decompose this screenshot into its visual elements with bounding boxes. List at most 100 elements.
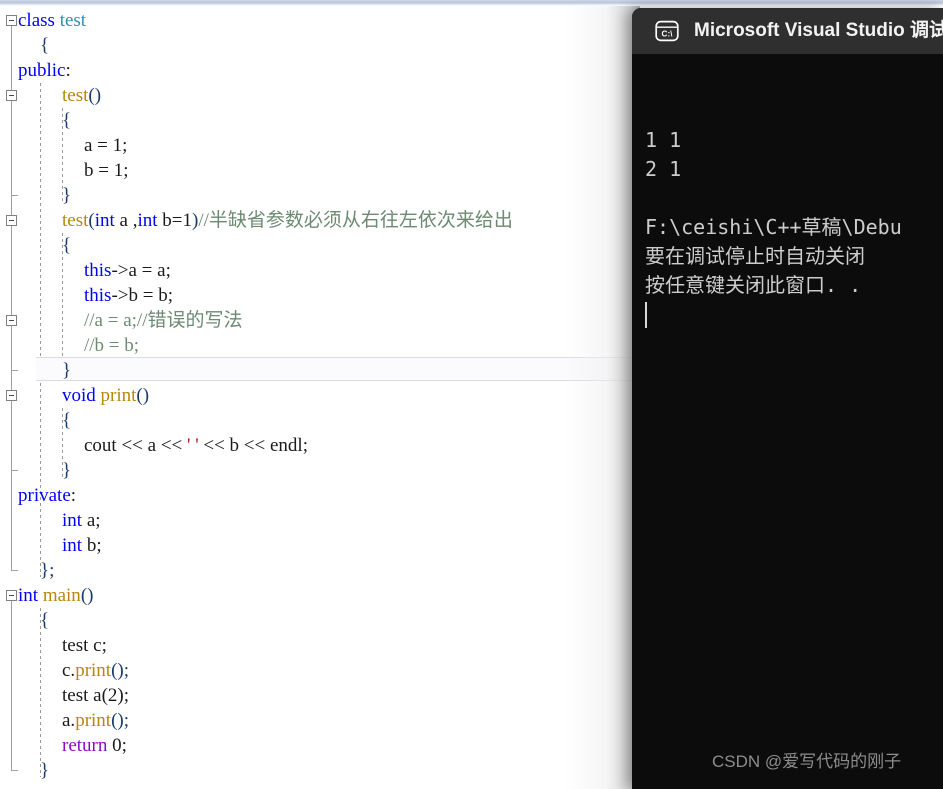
code-token-kw: int xyxy=(137,210,158,231)
code-line-text: int b; xyxy=(62,533,102,558)
code-line[interactable]: cout << a << ' ' << b << endl; xyxy=(0,433,640,458)
code-line[interactable]: a.print(); xyxy=(0,708,640,733)
code-token-pun: () xyxy=(136,385,150,406)
console-line: 要在调试停止时自动关闭 xyxy=(645,244,865,268)
console-output-area[interactable]: 1 1 2 1 F:\ceishi\C++草稿\Debu 要在调试停止时自动关闭 按任意… xyxy=(632,54,943,789)
code-line-text: public: xyxy=(18,58,71,83)
code-line[interactable]: this->b = b; xyxy=(0,283,640,308)
code-line-text: b = 1; xyxy=(84,158,129,183)
console-caret xyxy=(645,302,647,328)
code-token-pln: c. xyxy=(62,660,76,681)
code-line-text: } xyxy=(62,183,71,208)
code-token-kw: class xyxy=(18,10,55,31)
code-line[interactable]: this->a = a; xyxy=(0,258,640,283)
code-token-pln: test xyxy=(62,685,94,706)
code-token-kw: int xyxy=(62,510,83,531)
code-token-type: test xyxy=(59,10,87,31)
code-line-text: int main() xyxy=(18,583,93,608)
code-line[interactable]: { xyxy=(0,233,640,258)
code-token-kw: this xyxy=(84,260,112,281)
code-line[interactable]: { xyxy=(0,408,640,433)
code-token-pun: }; xyxy=(40,560,55,581)
code-line[interactable]: test() xyxy=(0,83,640,108)
code-line[interactable]: int main() xyxy=(0,583,640,608)
code-line[interactable]: class test xyxy=(0,8,640,33)
code-token-fn: print xyxy=(100,385,137,406)
code-token-pun: } xyxy=(40,760,50,781)
code-token-pun: { xyxy=(40,35,50,56)
code-token-str: ' ' xyxy=(187,435,199,456)
code-token-kw: int xyxy=(18,585,39,606)
debug-console-window[interactable]: C:\ Microsoft Visual Studio 调试控 1 1 2 1 F:… xyxy=(632,8,943,789)
code-line-text: } xyxy=(40,758,49,783)
console-title-text: Microsoft Visual Studio 调试控 xyxy=(694,20,943,41)
code-line[interactable]: a = 1; xyxy=(0,133,640,158)
console-title-bar[interactable]: C:\ Microsoft Visual Studio 调试控 xyxy=(632,8,943,54)
code-line-text: int a; xyxy=(62,508,101,533)
code-token-pln: test c; xyxy=(62,635,107,656)
code-token-kw: public xyxy=(18,60,66,81)
code-line-text: return 0; xyxy=(62,733,127,758)
code-line[interactable]: b = 1; xyxy=(0,158,640,183)
code-line[interactable]: { xyxy=(0,108,640,133)
code-line[interactable]: test c; xyxy=(0,633,640,658)
code-token-pln: a. xyxy=(62,710,76,731)
code-token-pln: a; xyxy=(82,510,101,531)
code-token-fn: test xyxy=(62,210,89,231)
code-line-text: { xyxy=(62,408,71,433)
code-line-text: a.print(); xyxy=(62,708,129,733)
code-line[interactable]: } xyxy=(0,758,640,783)
console-line: F:\ceishi\C++草稿\Debu xyxy=(645,215,902,239)
code-line-text: this->b = b; xyxy=(84,283,173,308)
code-token-fn: main xyxy=(42,585,81,606)
code-line[interactable]: { xyxy=(0,608,640,633)
code-token-pun: } xyxy=(62,460,72,481)
code-line-text: c.print(); xyxy=(62,658,129,683)
code-token-pun: } xyxy=(62,185,72,206)
code-token-pln: a = xyxy=(84,135,113,156)
code-line[interactable]: } xyxy=(0,458,640,483)
code-token-pun: () xyxy=(88,85,102,106)
code-line-text: test(int a ,int b=1)//半缺省参数必须从右往左依次来给出 xyxy=(62,208,513,233)
code-line[interactable]: void print() xyxy=(0,383,640,408)
code-line[interactable]: c.print(); xyxy=(0,658,640,683)
console-line: 2 1 xyxy=(645,157,682,181)
code-editor-pane[interactable]: class test{public: test(){a = 1; b = 1;} te… xyxy=(0,6,640,789)
code-token-pun: } xyxy=(62,360,72,381)
code-line-text: } xyxy=(62,458,71,483)
code-token-pln: ->b = b; xyxy=(111,285,173,306)
code-line-text: }; xyxy=(40,558,54,583)
code-line[interactable]: //a = a;//错误的写法 xyxy=(0,308,640,333)
code-line[interactable]: } xyxy=(0,183,640,208)
code-line-text: void print() xyxy=(62,383,149,408)
code-line[interactable]: test(int a ,int b=1)//半缺省参数必须从右往左依次来给出 xyxy=(0,208,640,233)
code-line[interactable]: test a(2); xyxy=(0,683,640,708)
code-token-pln: a( xyxy=(93,685,108,706)
code-token-pln: b= xyxy=(157,210,183,231)
code-line[interactable]: } xyxy=(0,358,640,383)
code-line[interactable]: int b; xyxy=(0,533,640,558)
code-token-pln: ; xyxy=(121,735,127,756)
code-line[interactable]: //b = b; xyxy=(0,333,640,358)
code-line[interactable]: private: xyxy=(0,483,640,508)
code-token-pun: { xyxy=(62,110,72,131)
svg-text:C:\: C:\ xyxy=(662,29,674,38)
code-line[interactable]: public: xyxy=(0,58,640,83)
code-token-pln: cout << a << xyxy=(84,435,188,456)
code-token-cmt: //b = b; xyxy=(84,335,140,356)
code-line[interactable]: return 0; xyxy=(0,733,640,758)
code-token-num: 0 xyxy=(112,735,122,756)
code-line-text: this->a = a; xyxy=(84,258,171,283)
code-token-kw: this xyxy=(84,285,112,306)
code-token-pln: a , xyxy=(114,210,138,231)
code-token-pln: ->a = a; xyxy=(111,260,171,281)
code-line[interactable]: }; xyxy=(0,558,640,583)
code-token-pun: { xyxy=(40,610,50,631)
code-line-text: { xyxy=(40,33,49,58)
code-token-kw: void xyxy=(62,385,96,406)
code-line[interactable]: { xyxy=(0,33,640,58)
code-line-text: //a = a;//错误的写法 xyxy=(84,308,242,333)
code-line[interactable]: int a; xyxy=(0,508,640,533)
code-token-cmt: //半缺省参数必须从右往左依次来给出 xyxy=(198,210,513,231)
csdn-watermark: CSDN @爱写代码的刚子 xyxy=(712,752,902,771)
